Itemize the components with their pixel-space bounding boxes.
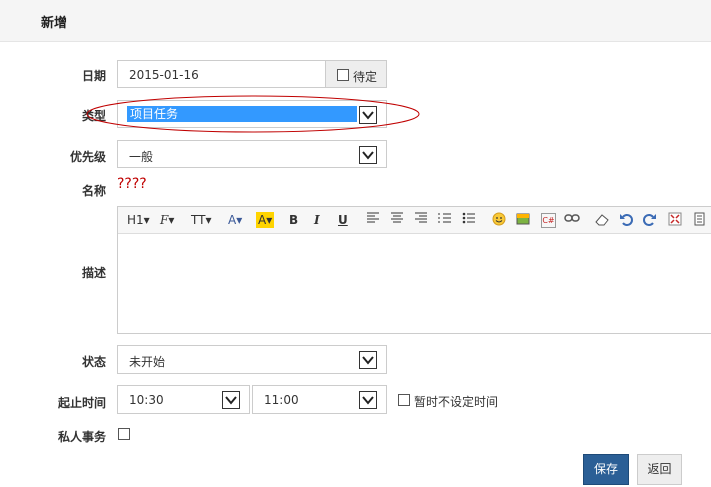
save-button[interactable]: 保存 [583, 454, 629, 485]
no-time-label: 暂时不设定时间 [414, 395, 499, 409]
font-family-button[interactable]: F▾ [160, 212, 174, 228]
undo-icon[interactable] [619, 212, 633, 228]
status-label: 状态 [81, 355, 106, 369]
redo-icon[interactable] [643, 212, 657, 228]
page-title: 新增 [41, 16, 68, 31]
source-icon[interactable] [692, 212, 706, 228]
description-label: 描述 [81, 266, 106, 280]
pending-addon[interactable]: 待定 [325, 60, 387, 88]
priority-value: 一般 [129, 150, 154, 164]
status-value: 未开始 [129, 355, 166, 369]
start-time-select[interactable]: 10:30 [117, 385, 250, 414]
unordered-list-icon[interactable] [462, 212, 476, 228]
editor-toolbar: H1▾ F▾ TT▾ A▾ A▾ B I U C# [118, 207, 711, 234]
date-value: 2015-01-16 [129, 68, 199, 82]
no-time-checkbox[interactable] [398, 394, 410, 406]
italic-button[interactable]: I [314, 212, 320, 228]
highlight-button[interactable]: A▾ [256, 212, 275, 228]
annotation-ellipse [86, 95, 420, 133]
time-label: 起止时间 [57, 396, 106, 410]
code-button[interactable]: C# [541, 213, 556, 228]
name-value: ???? [117, 176, 147, 192]
bold-button[interactable]: B [289, 212, 298, 228]
end-time-select[interactable]: 11:00 [252, 385, 387, 414]
ordered-list-icon[interactable] [438, 212, 452, 228]
start-time-value: 10:30 [129, 393, 164, 407]
private-label: 私人事务 [57, 430, 106, 444]
underline-button[interactable]: U [338, 212, 348, 228]
emoji-icon[interactable] [492, 212, 506, 228]
fullscreen-icon[interactable] [668, 212, 682, 228]
status-select[interactable]: 未开始 [117, 345, 387, 374]
pending-checkbox[interactable] [337, 69, 349, 81]
image-icon[interactable] [516, 212, 530, 228]
font-size-button[interactable]: TT▾ [191, 212, 211, 228]
page-header: 新增 [0, 0, 711, 42]
link-icon[interactable] [564, 212, 580, 228]
name-label: 名称 [81, 184, 106, 198]
start-time-dropdown-arrow-icon[interactable] [222, 391, 240, 409]
heading-button[interactable]: H1▾ [127, 212, 150, 228]
eraser-icon[interactable] [594, 212, 610, 228]
priority-dropdown-arrow-icon[interactable] [359, 146, 377, 164]
date-label: 日期 [81, 69, 106, 83]
end-time-value: 11:00 [264, 393, 299, 407]
align-left-icon[interactable] [366, 212, 380, 228]
align-center-icon[interactable] [390, 212, 404, 228]
end-time-dropdown-arrow-icon[interactable] [359, 391, 377, 409]
pending-label: 待定 [353, 70, 378, 84]
back-button[interactable]: 返回 [637, 454, 682, 485]
private-checkbox[interactable] [118, 428, 130, 440]
date-input[interactable]: 2015-01-16 [117, 60, 326, 88]
priority-select[interactable]: 一般 [117, 140, 387, 168]
align-right-icon[interactable] [414, 212, 428, 228]
priority-label: 优先级 [69, 150, 106, 164]
status-dropdown-arrow-icon[interactable] [359, 351, 377, 369]
font-color-button[interactable]: A▾ [228, 212, 242, 228]
